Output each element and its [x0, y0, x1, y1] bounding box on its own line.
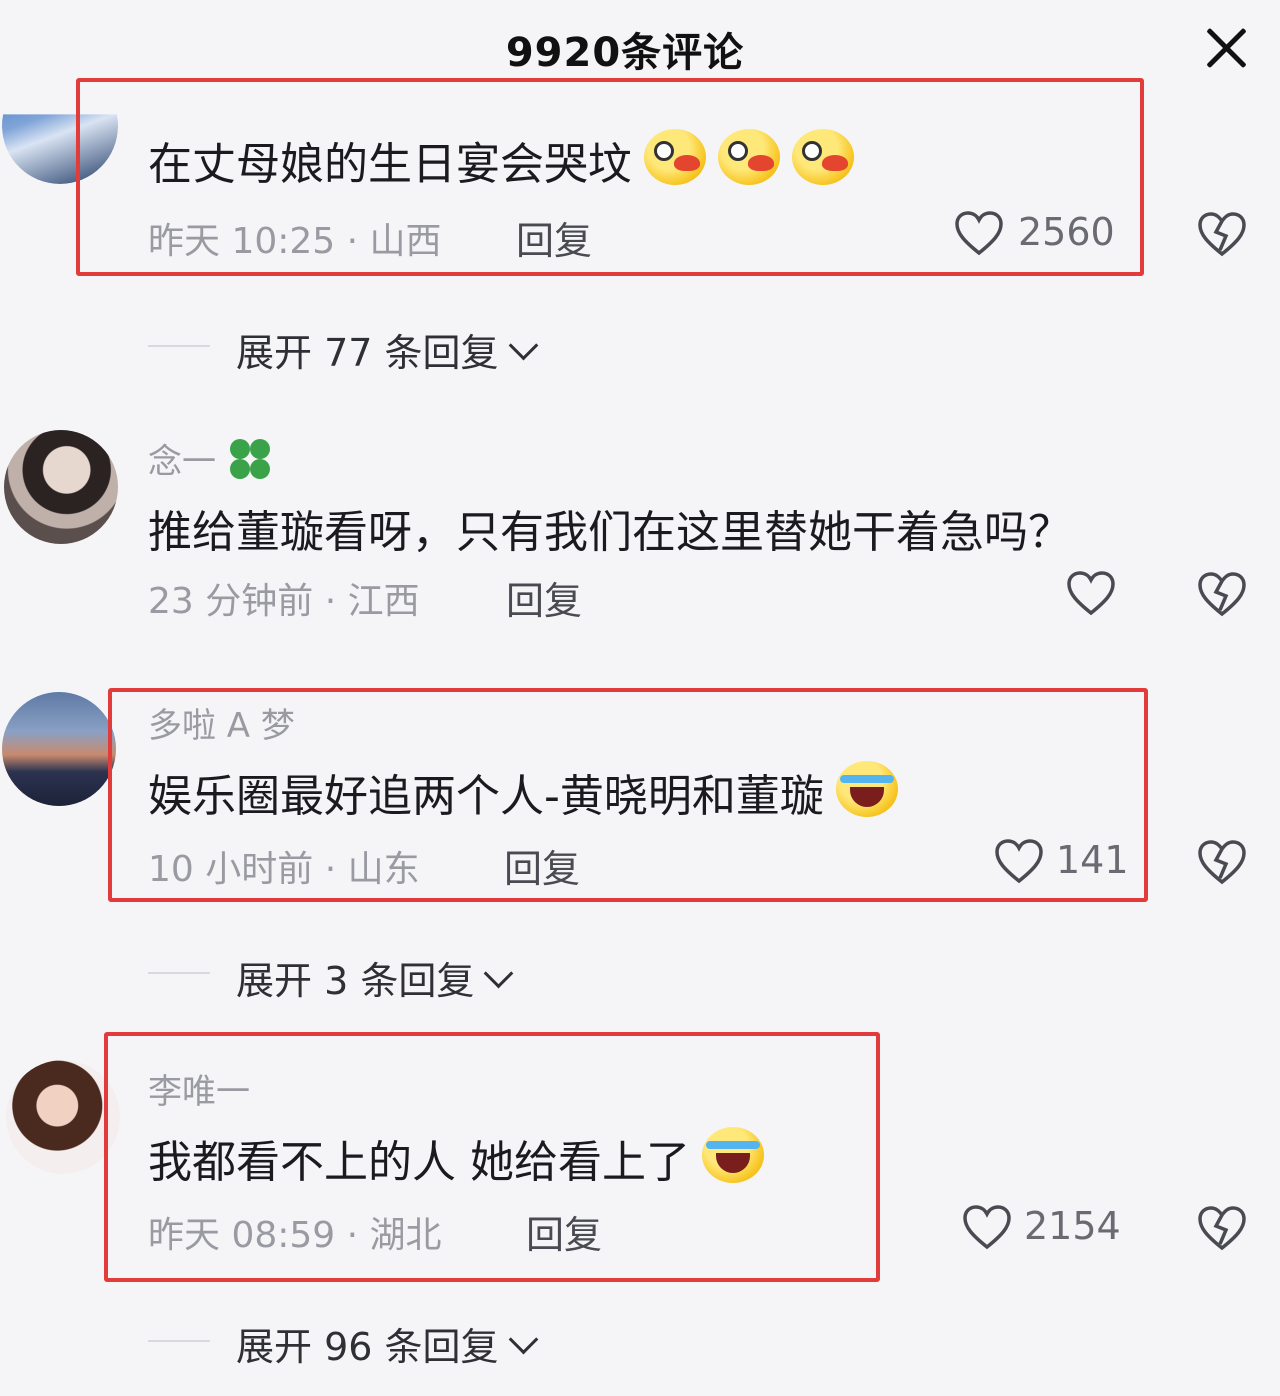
like-heart-icon[interactable]	[962, 1204, 1012, 1250]
expand-replies-button[interactable]: 展开 3 条回复	[236, 950, 514, 1005]
reply-button[interactable]: 回复	[506, 570, 582, 625]
like-heart-icon[interactable]	[1066, 570, 1116, 616]
dislike-icon[interactable]	[1196, 210, 1248, 258]
avatar[interactable]	[4, 430, 118, 544]
four-leaf-clover-icon	[228, 437, 272, 481]
comment-text: 娱乐圈最好追两个人-黄晓明和董璇	[148, 760, 898, 824]
like-count: 2560	[1018, 210, 1115, 254]
avatar[interactable]	[6, 1060, 120, 1174]
like-count: 2154	[1024, 1204, 1121, 1248]
laughing-crying-emoji-icon	[835, 761, 898, 817]
comment-username: 念一	[148, 434, 272, 483]
laughing-crying-emoji-icon	[702, 1127, 764, 1183]
avatar[interactable]	[2, 692, 116, 806]
comment-username: 李唯一	[148, 1072, 250, 1112]
blush-emoji-icon	[644, 129, 706, 185]
expand-divider	[148, 345, 210, 347]
dislike-icon[interactable]	[1196, 838, 1248, 886]
page-title: 9920条评论	[505, 30, 745, 76]
like-heart-icon[interactable]	[954, 210, 1004, 256]
reply-button[interactable]: 回复	[516, 210, 592, 265]
expand-divider	[148, 1340, 210, 1342]
dislike-icon[interactable]	[1196, 1204, 1248, 1252]
expand-divider	[148, 972, 210, 974]
expand-replies-button[interactable]: 展开 96 条回复	[236, 1316, 538, 1371]
chevron-down-icon	[508, 1324, 538, 1355]
comment-username: 多啦 A 梦	[148, 706, 295, 746]
like-heart-icon[interactable]	[994, 838, 1044, 884]
comment-time-location: 昨天 08:59 · 湖北	[148, 1215, 442, 1256]
comment-time-location: 10 小时前 · 山东	[148, 849, 420, 890]
comment-time-location: 23 分钟前 · 江西	[148, 581, 420, 622]
blush-emoji-icon	[718, 129, 780, 185]
comment-text: 推给董璇看呀，只有我们在这里替她干着急吗？	[148, 507, 1072, 558]
reply-button[interactable]: 回复	[504, 838, 580, 893]
close-icon[interactable]	[1198, 22, 1254, 78]
chevron-down-icon	[508, 330, 538, 361]
comment-time-location: 昨天 10:25 · 山西	[148, 221, 442, 262]
blush-emoji-icon	[792, 129, 854, 185]
dislike-icon[interactable]	[1196, 570, 1248, 618]
comment-text: 在丈母娘的生日宴会哭坟	[148, 128, 854, 192]
reply-button[interactable]: 回复	[526, 1204, 602, 1259]
chevron-down-icon	[483, 958, 514, 989]
expand-replies-button[interactable]: 展开 77 条回复	[236, 322, 538, 377]
like-count: 141	[1056, 838, 1129, 882]
comment-text: 我都看不上的人 她给看上了	[148, 1126, 764, 1190]
